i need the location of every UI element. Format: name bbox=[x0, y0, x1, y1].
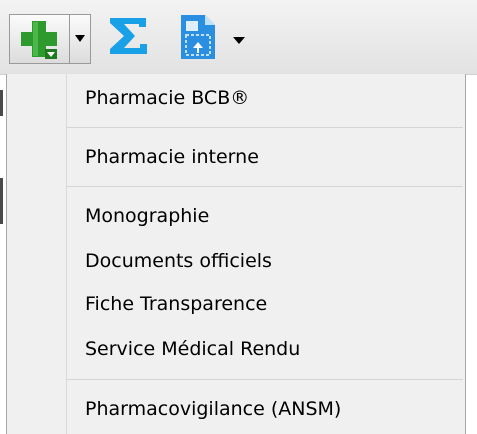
menu-item-pharmacovigilance[interactable]: Pharmacovigilance (ANSM) bbox=[85, 397, 341, 421]
menu-item-service-medical-rendu[interactable]: Service Médical Rendu bbox=[85, 337, 300, 361]
menu-separator bbox=[67, 127, 463, 128]
menu-item-pharmacie-bcb[interactable]: Pharmacie BCB® bbox=[85, 86, 249, 110]
menu-item-documents-officiels[interactable]: Documents officiels bbox=[85, 249, 272, 273]
toolbar bbox=[0, 0, 477, 75]
sum-button[interactable] bbox=[102, 12, 154, 64]
menu-icon-gutter bbox=[66, 74, 67, 434]
sigma-icon bbox=[110, 18, 147, 54]
menu-item-fiche-transparence[interactable]: Fiche Transparence bbox=[85, 292, 267, 316]
menu-separator bbox=[67, 186, 463, 187]
background-edge bbox=[0, 178, 3, 224]
add-pharmacy-button[interactable] bbox=[9, 14, 70, 64]
menu-separator bbox=[67, 379, 463, 380]
menu-item-pharmacie-interne[interactable]: Pharmacie interne bbox=[85, 145, 259, 169]
document-icon bbox=[181, 15, 215, 59]
chevron-down-icon bbox=[75, 35, 85, 42]
green-plus-icon bbox=[21, 21, 57, 59]
document-dropdown-button[interactable] bbox=[233, 30, 245, 49]
chevron-down-icon bbox=[233, 37, 245, 44]
menu-item-monographie[interactable]: Monographie bbox=[85, 204, 209, 228]
dropdown-menu: Pharmacie BCB® Pharmacie interne Monogra… bbox=[6, 74, 466, 434]
background-edge bbox=[0, 90, 3, 116]
add-pharmacy-dropdown-button[interactable] bbox=[69, 14, 91, 64]
document-button[interactable] bbox=[177, 12, 219, 66]
